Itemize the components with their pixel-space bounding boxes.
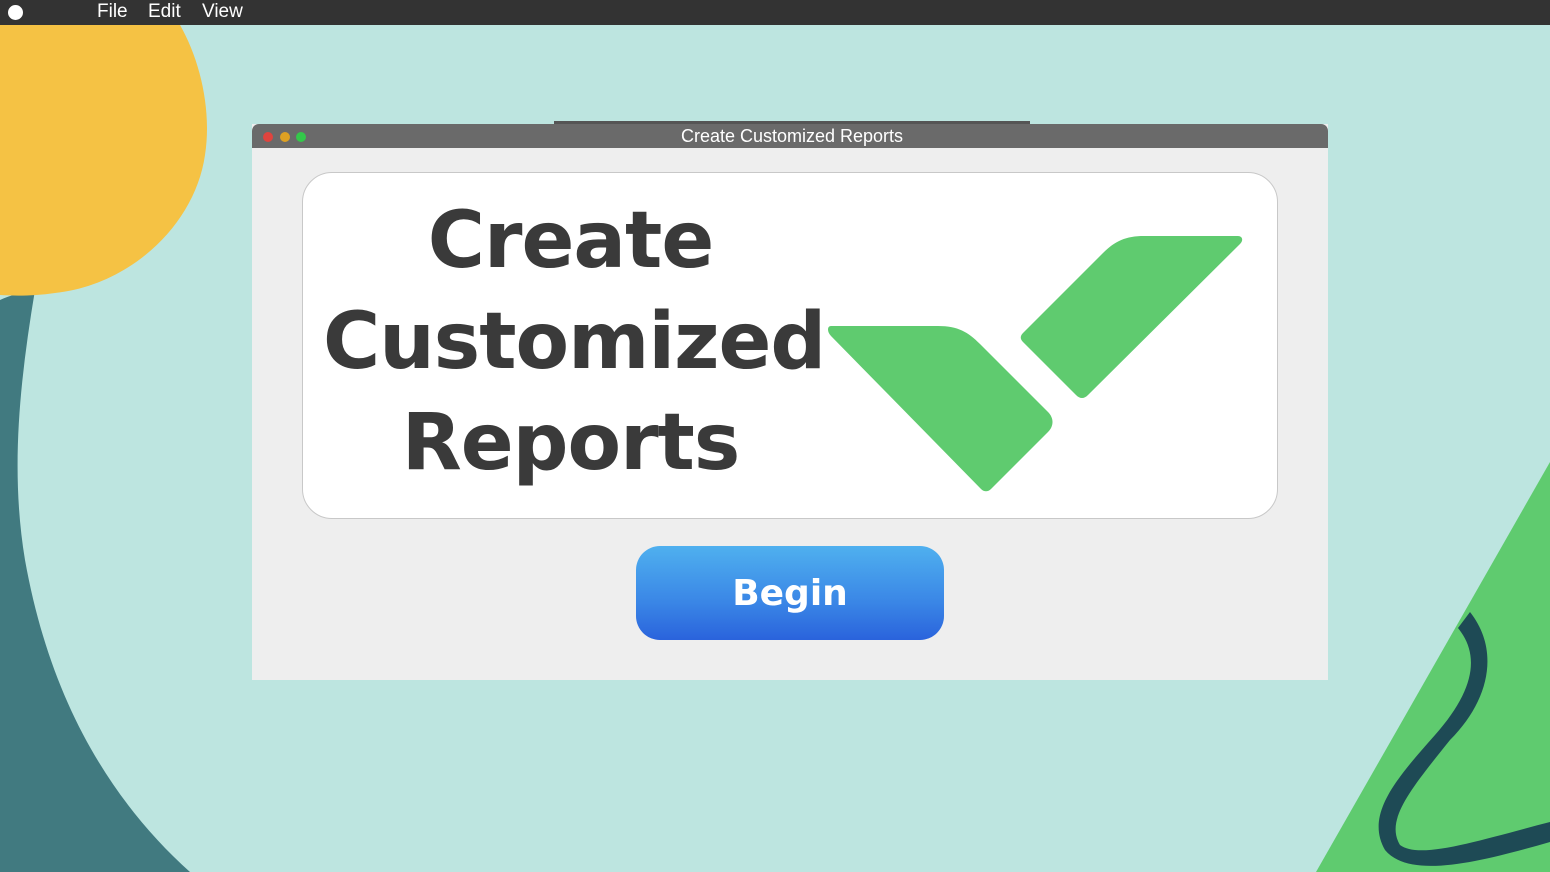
wallpaper-green-triangle (1316, 462, 1550, 872)
wallpaper-teal-circle (0, 290, 190, 872)
menu-edit[interactable]: Edit (148, 0, 181, 25)
window-titlebar[interactable]: Create Customized Reports (252, 121, 1328, 148)
hero-heading: Create Customized Reports (323, 191, 826, 494)
logo-right-stroke (1020, 236, 1243, 398)
maximize-window-button[interactable] (296, 132, 306, 142)
desktop: File Edit View Create Customized Reports… (0, 0, 1550, 872)
wrike-checkmark-logo-icon (828, 236, 1243, 492)
menu-file[interactable]: File (97, 0, 128, 25)
wallpaper-yellow-circle (0, 25, 208, 296)
close-window-button[interactable] (263, 132, 273, 142)
menu-view[interactable]: View (202, 0, 243, 25)
begin-button[interactable]: Begin (636, 546, 944, 640)
minimize-window-button[interactable] (280, 132, 290, 142)
app-window: Create Customized Reports Create Customi… (252, 121, 1328, 680)
menu-bar: File Edit View (0, 0, 1550, 25)
system-menu-icon[interactable] (8, 5, 23, 20)
logo-left-stroke (828, 326, 1053, 492)
heading-line-3: Reports (401, 398, 741, 488)
window-title: Create Customized Reports (680, 126, 904, 146)
heading-line-2: Customized (323, 297, 826, 387)
heading-line-1: Create (427, 196, 714, 286)
hero-card: Create Customized Reports (302, 172, 1278, 519)
